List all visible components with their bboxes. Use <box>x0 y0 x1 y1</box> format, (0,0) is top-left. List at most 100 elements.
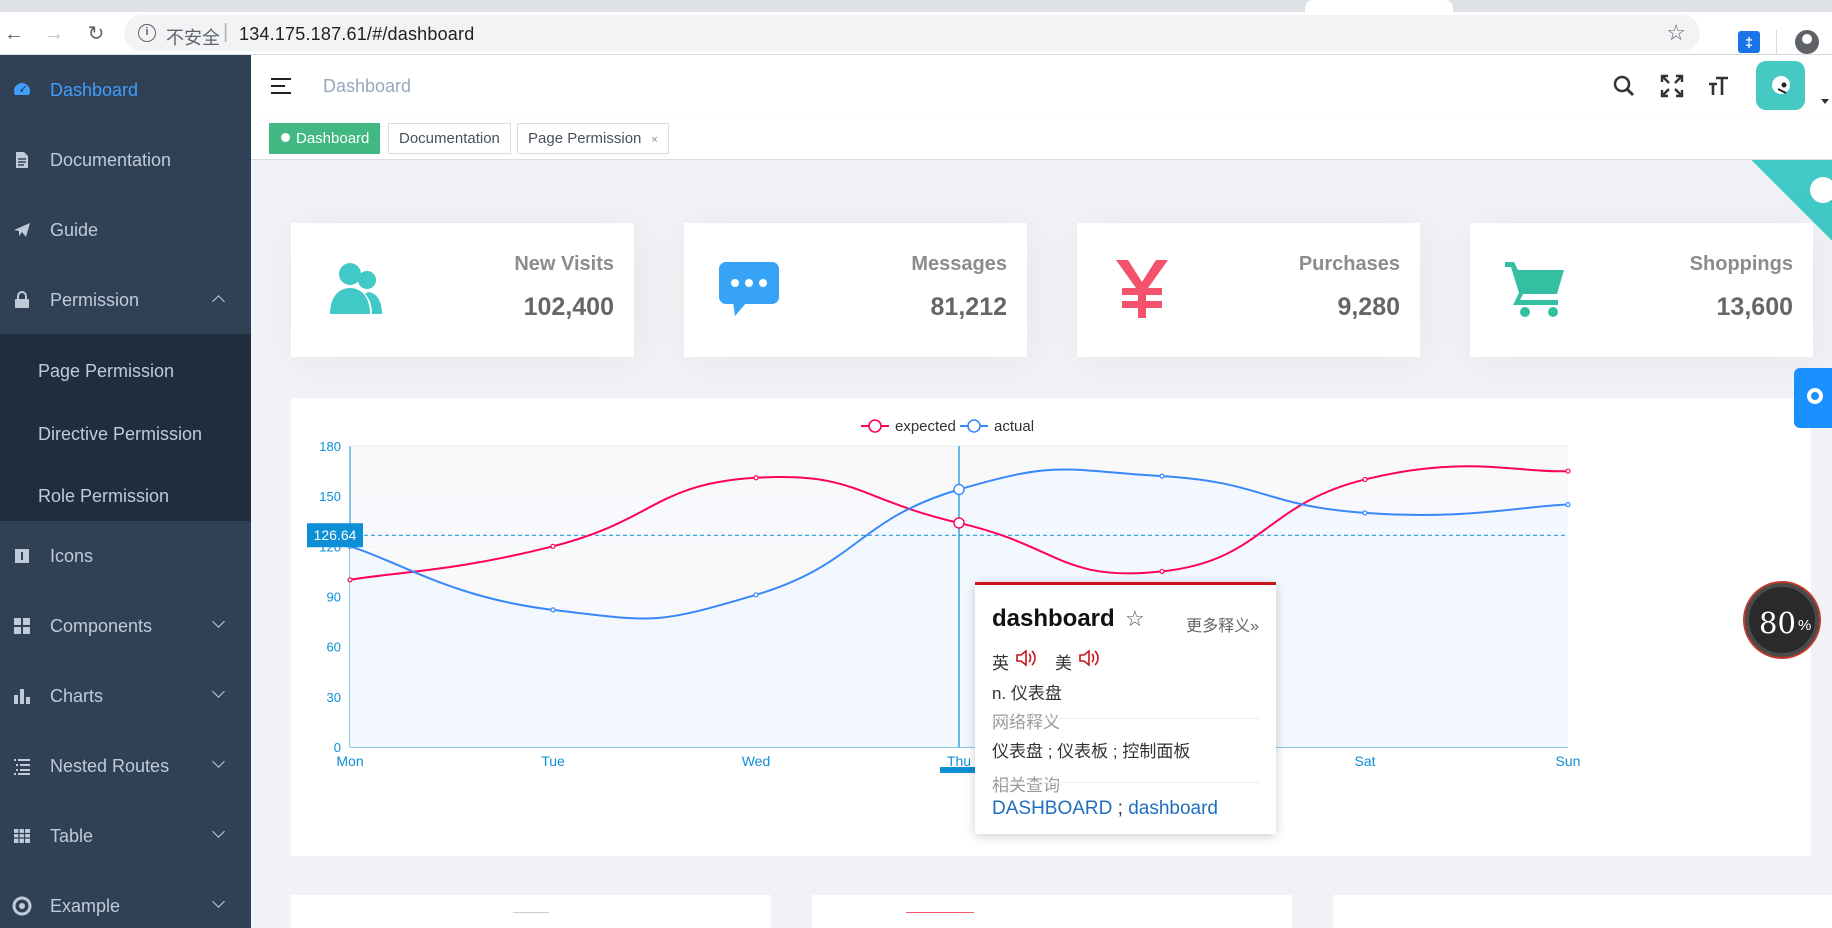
sidebar-item-role-permission[interactable]: Role Permission <box>38 486 169 507</box>
data-point-expected[interactable] <box>1159 568 1165 575</box>
url-text[interactable]: 134.175.187.61/#/dashboard <box>239 24 474 45</box>
data-point-actual[interactable] <box>1159 473 1165 479</box>
address-bar[interactable]: i 不安全 | 134.175.187.61/#/dashboard ☆ <box>124 15 1700 51</box>
legend-label-expected[interactable]: expected <box>895 418 956 435</box>
y-tick-label: 30 <box>327 690 341 705</box>
sidebar-item-charts[interactable]: Charts <box>0 661 251 731</box>
tag-label: Documentation <box>399 130 500 147</box>
sidebar-item-components[interactable]: Components <box>0 591 251 661</box>
card-value: 81,212 <box>930 293 1007 321</box>
settings-gear-icon[interactable] <box>1794 368 1832 428</box>
crosshair-axis-pointer <box>940 767 978 773</box>
sidebar-item-documentation[interactable]: Documentation <box>0 125 251 195</box>
sidebar-item-label: Guide <box>50 220 99 240</box>
speaker-uk-icon[interactable] <box>1015 649 1037 667</box>
sidebar-item-guide[interactable]: Guide <box>0 195 251 265</box>
chevron-down-icon <box>212 755 225 768</box>
card-purchases[interactable]: Purchases 9,280 <box>1077 223 1420 357</box>
card-title: Purchases <box>1298 253 1400 275</box>
nested-icon <box>14 759 30 775</box>
forward-icon[interactable]: → <box>40 20 68 48</box>
chart-title-stub <box>513 912 549 918</box>
x-tick-label: Sun <box>1556 753 1581 769</box>
speaker-us-icon[interactable] <box>1078 649 1100 667</box>
y-tick-label: 150 <box>319 489 341 504</box>
card-title: New Visits <box>514 253 614 275</box>
chevron-down-icon <box>212 895 225 908</box>
bottom-card-1 <box>291 895 771 928</box>
card-new-visits[interactable]: New Visits 102,400 <box>291 223 634 357</box>
data-point-expected[interactable] <box>1565 468 1571 474</box>
info-icon[interactable]: i <box>138 24 156 42</box>
sidebar-item-nested-routes[interactable]: Nested Routes <box>0 731 251 801</box>
sidebar-item-page-permission[interactable]: Page Permission <box>38 361 174 382</box>
tag-documentation[interactable]: Documentation <box>388 123 511 154</box>
insecure-label: 不安全 <box>166 28 220 48</box>
back-icon[interactable]: ← <box>0 20 28 48</box>
data-point-expected[interactable] <box>347 577 353 583</box>
speed-widget[interactable]: 80 % <box>1745 583 1819 657</box>
sidebar-item-dashboard[interactable]: Dashboard <box>0 55 251 125</box>
data-point-actual[interactable] <box>1565 501 1571 508</box>
tag-dashboard[interactable]: Dashboard <box>269 123 381 154</box>
dict-related-link[interactable]: DASHBOARD <box>992 798 1112 819</box>
crosshair-value-label: 126.64 <box>314 527 357 543</box>
money-icon <box>1116 260 1168 318</box>
navbar: Dashboard <box>251 55 1832 118</box>
legend-marker-expected[interactable] <box>868 419 882 433</box>
data-point-actual[interactable] <box>953 483 965 496</box>
components-icon <box>14 618 30 634</box>
tag-label: Dashboard <box>296 130 370 147</box>
pron-us-label: 美 <box>1055 654 1072 673</box>
hamburger-icon[interactable] <box>271 78 291 94</box>
data-point-actual[interactable] <box>550 607 556 613</box>
avatar-image <box>1772 76 1790 94</box>
browser-tab[interactable] <box>1305 0 1453 12</box>
bookmark-star-icon[interactable]: ☆ <box>1666 20 1686 46</box>
data-point-actual[interactable] <box>753 592 759 598</box>
close-icon[interactable]: × <box>651 134 657 146</box>
caret-down-icon[interactable] <box>1821 99 1829 104</box>
data-point-expected[interactable] <box>550 543 556 549</box>
breadcrumb: Dashboard <box>323 76 412 96</box>
tags-view: Dashboard Documentation Page Permission × <box>251 118 1832 160</box>
bottom-card-2 <box>812 895 1292 928</box>
card-shoppings[interactable]: Shoppings 13,600 <box>1470 223 1813 357</box>
data-point-actual[interactable] <box>1362 510 1368 516</box>
dictionary-popup: dashboard ☆ 更多释义» 英 美 n. 仪表盘 网络释义 仪表盘 ; … <box>975 582 1276 834</box>
divider <box>992 782 1259 783</box>
tag-page-permission[interactable]: Page Permission × <box>517 123 669 154</box>
bottom-card-3 <box>1333 895 1832 928</box>
message-icon <box>719 262 779 316</box>
sidebar-item-table[interactable]: Table <box>0 801 251 871</box>
card-messages[interactable]: Messages 81,212 <box>684 223 1027 357</box>
sidebar-item-label: Charts <box>50 686 104 706</box>
documentation-icon <box>16 152 28 168</box>
speed-unit: % <box>1798 617 1812 634</box>
legend-label-actual[interactable]: actual <box>994 418 1034 435</box>
table-icon <box>14 829 30 843</box>
extension-icon[interactable]: ‡ <box>1738 31 1760 53</box>
sidebar-item-example[interactable]: Example <box>0 871 251 928</box>
avatar[interactable] <box>1756 61 1805 110</box>
legend-marker-actual[interactable] <box>967 419 981 433</box>
dict-related-title: 相关查询 <box>992 776 1060 795</box>
favorite-star-icon[interactable]: ☆ <box>1125 606 1145 632</box>
dict-more-link[interactable]: 更多释义» <box>1186 612 1259 636</box>
reload-icon[interactable]: ↻ <box>82 20 110 48</box>
data-point-expected[interactable] <box>753 475 759 481</box>
sidebar-item-permission[interactable]: Permission <box>0 265 251 335</box>
data-point-expected[interactable] <box>953 517 965 529</box>
card-value: 9,280 <box>1337 293 1400 321</box>
sidebar-item-icons[interactable]: Icons <box>0 521 251 591</box>
sidebar-item-label: Documentation <box>50 150 172 170</box>
dict-related-link[interactable]: dashboard <box>1128 798 1218 819</box>
search-icon[interactable] <box>1611 73 1637 99</box>
fullscreen-icon[interactable] <box>1659 73 1685 99</box>
shopping-icon <box>1505 262 1564 317</box>
sidebar-item-directive-permission[interactable]: Directive Permission <box>38 424 202 445</box>
font-size-icon[interactable] <box>1706 73 1732 99</box>
profile-icon[interactable] <box>1795 30 1819 54</box>
data-point-expected[interactable] <box>1362 476 1368 483</box>
pron-uk-label: 英 <box>992 654 1009 673</box>
